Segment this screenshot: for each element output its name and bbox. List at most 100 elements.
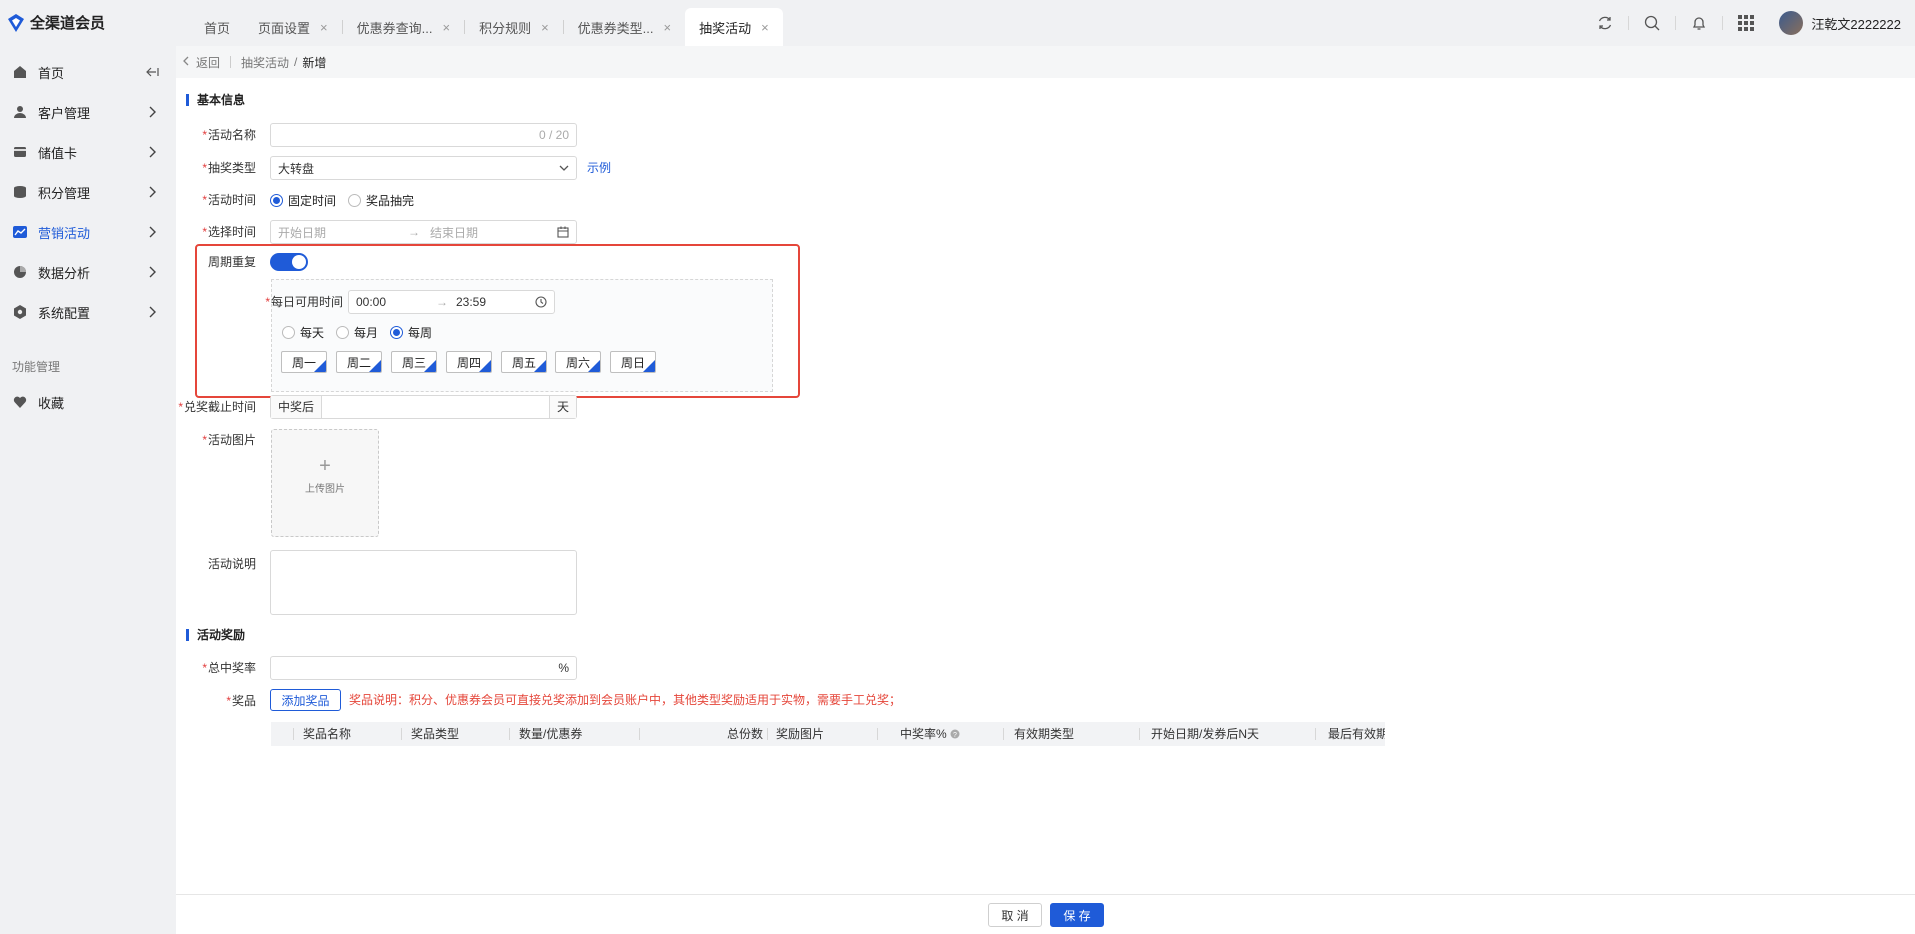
image-upload[interactable]: + 上传图片 <box>271 429 379 537</box>
sidebar-item-favorites[interactable]: 收藏 <box>0 382 176 422</box>
sidebar-item-stored-card[interactable]: 储值卡 <box>0 132 176 172</box>
chevron-right-icon <box>149 186 156 198</box>
chevron-right-icon <box>149 266 156 278</box>
char-counter: 0 / 20 <box>538 128 569 142</box>
column-divider <box>1003 728 1004 740</box>
tab-label: 抽奖活动 <box>699 20 752 36</box>
tab-page-settings[interactable]: 页面设置 × <box>244 8 342 46</box>
divider <box>1722 16 1724 30</box>
column-divider <box>1315 728 1316 740</box>
description-textarea[interactable] <box>270 550 577 615</box>
end-date-placeholder[interactable]: 结束日期 <box>430 224 557 241</box>
search-icon[interactable] <box>1643 14 1661 32</box>
activity-name-label: *活动名称 <box>176 123 256 147</box>
total-rate-input[interactable]: % <box>270 656 577 680</box>
close-icon[interactable]: × <box>541 20 549 35</box>
required-mark: * <box>202 225 207 239</box>
save-button[interactable]: 保 存 <box>1050 903 1104 927</box>
apps-grid-icon[interactable] <box>1737 14 1755 32</box>
sidebar-item-points[interactable]: 积分管理 <box>0 172 176 212</box>
column-divider <box>401 728 402 740</box>
radio-fixed-time[interactable]: 固定时间 <box>270 192 336 209</box>
points-icon <box>12 184 28 200</box>
refresh-icon[interactable] <box>1596 14 1614 32</box>
tab-label: 积分规则 <box>479 20 532 36</box>
user-name[interactable]: 汪乾文2222222 <box>1811 14 1901 33</box>
section-title-basic: 基本信息 <box>186 94 245 106</box>
tab-lottery[interactable]: 抽奖活动 × <box>685 8 783 46</box>
card-icon <box>12 144 28 160</box>
sidebar-item-label: 系统配置 <box>38 305 91 321</box>
prize-label: *奖品 <box>176 689 256 713</box>
tab-home[interactable]: 首页 <box>190 8 244 46</box>
table-header-cell: 奖品名称 <box>303 727 352 741</box>
divider <box>1628 16 1630 30</box>
date-range-picker[interactable]: 开始日期 → 结束日期 <box>270 220 577 244</box>
table-header-cell: 奖励图片 <box>776 727 825 741</box>
help-icon[interactable]: ? <box>950 729 960 739</box>
app-title: 全渠道会员 <box>30 15 106 32</box>
users-icon <box>12 104 28 120</box>
sidebar-item-system[interactable]: 系统配置 <box>0 292 176 332</box>
sidebar-item-customers[interactable]: 客户管理 <box>0 92 176 132</box>
sidebar-item-home[interactable]: 首页 <box>0 52 176 92</box>
range-arrow: → <box>408 225 420 239</box>
close-icon[interactable]: × <box>320 20 328 35</box>
prize-label-text: 奖品 <box>231 694 256 708</box>
tab-label: 优惠券查询... <box>356 20 433 36</box>
radio-circle <box>348 193 362 207</box>
sidebar-item-label: 客户管理 <box>38 105 91 121</box>
sidebar-item-marketing[interactable]: 营销活动 <box>0 212 176 252</box>
sidebar-item-label: 收藏 <box>38 395 65 411</box>
required-mark: * <box>178 400 183 414</box>
tab-points-rules[interactable]: 积分规则 × <box>465 8 563 46</box>
tab-coupon-query[interactable]: 优惠券查询... × <box>343 8 464 46</box>
radio-circle <box>270 193 283 207</box>
radio-until-prizes-out[interactable]: 奖品抽完 <box>348 192 414 209</box>
required-mark: * <box>202 661 207 675</box>
collapse-sidebar-icon[interactable] <box>144 64 160 80</box>
column-divider <box>1139 728 1140 740</box>
add-prize-button[interactable]: 添加奖品 <box>270 689 341 711</box>
required-mark: * <box>202 161 207 175</box>
close-icon[interactable]: × <box>761 20 769 35</box>
main-content: 返回 抽奖活动 / 新增 基本信息 *活动名称 0 / 20 *抽奖类型 大转盘… <box>176 46 1915 934</box>
table-header-cell-rate: 中奖率%? <box>900 722 960 746</box>
pie-icon <box>12 264 28 280</box>
heart-icon <box>12 394 28 410</box>
avatar[interactable] <box>1779 11 1804 35</box>
activity-time-label-text: 活动时间 <box>207 193 256 207</box>
form-footer: 取 消 保 存 <box>176 894 1915 934</box>
table-header-cell: 奖品类型 <box>411 727 460 741</box>
required-mark: * <box>226 694 231 708</box>
sidebar: 首页 客户管理 储值卡 积分管理 营销活动 数据分析 系统配置 功能管理 收藏 <box>0 46 176 934</box>
column-divider <box>293 728 294 740</box>
chevron-left-icon[interactable] <box>182 55 190 69</box>
select-date-label-text: 选择时间 <box>207 225 256 239</box>
back-link[interactable]: 返回 <box>196 54 220 71</box>
cancel-button[interactable]: 取 消 <box>988 903 1042 927</box>
start-date-placeholder[interactable]: 开始日期 <box>278 224 408 241</box>
redeem-deadline-input-group: 中奖后 天 <box>270 395 577 419</box>
close-icon[interactable]: × <box>664 20 672 35</box>
sidebar-item-label: 数据分析 <box>38 265 91 281</box>
activity-time-label: *活动时间 <box>176 188 256 212</box>
tab-label: 优惠券类型... <box>577 20 654 36</box>
breadcrumb-parent[interactable]: 抽奖活动 <box>241 54 289 71</box>
table-header-cell: 中奖率% <box>900 727 947 741</box>
bell-icon[interactable] <box>1690 14 1708 32</box>
input-suffix: 天 <box>548 396 576 418</box>
sidebar-group-label: 功能管理 <box>12 360 61 374</box>
tab-coupon-type[interactable]: 优惠券类型... × <box>564 8 685 46</box>
radio-label: 奖品抽完 <box>366 193 415 208</box>
close-icon[interactable]: × <box>442 20 450 35</box>
chevron-right-icon <box>149 306 156 318</box>
redeem-days-input[interactable] <box>322 396 549 418</box>
sidebar-item-analytics[interactable]: 数据分析 <box>0 252 176 292</box>
calendar-icon <box>557 226 569 238</box>
app-logo[interactable]: 全渠道会员 <box>8 12 105 33</box>
example-link[interactable]: 示例 <box>587 156 611 180</box>
required-mark: * <box>202 193 207 207</box>
activity-name-input[interactable]: 0 / 20 <box>270 123 577 147</box>
lottery-type-select[interactable]: 大转盘 <box>270 156 577 180</box>
